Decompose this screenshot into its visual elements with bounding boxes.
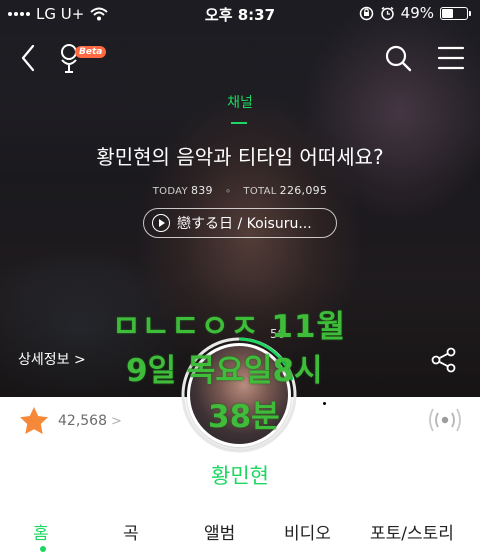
radio-broadcast-icon[interactable]	[426, 405, 464, 435]
tab-videos[interactable]: 비디오	[284, 519, 331, 544]
star-icon	[20, 407, 48, 434]
battery-fill	[442, 8, 453, 18]
tab-songs[interactable]: 곡	[123, 519, 139, 544]
overlay-line-1: ㅁㄴㄷㅇㅈ 11월	[112, 309, 347, 345]
search-icon[interactable]	[383, 42, 413, 74]
likes-chevron: >	[111, 413, 122, 429]
total-count: 226,095	[279, 184, 328, 197]
play-icon	[152, 214, 170, 232]
now-playing-button[interactable]: 戀する日 / Koisuru...	[143, 208, 337, 238]
share-icon[interactable]	[430, 346, 458, 374]
tab-photo-story[interactable]: 포토/스토리	[370, 519, 454, 544]
detail-info-link[interactable]: 상세정보 >	[18, 349, 86, 369]
rotation-lock-icon	[359, 6, 373, 20]
stray-dot	[323, 402, 326, 405]
today-label: TODAY	[152, 186, 188, 197]
status-right: 49%	[359, 4, 471, 22]
now-playing-song: 戀する日 / Koisuru...	[177, 216, 312, 232]
status-bar: LG U+ 오후 8:37 49%	[0, 0, 480, 26]
menu-icon[interactable]	[436, 44, 466, 72]
channel-underline	[231, 122, 247, 124]
battery-percent: 49%	[400, 4, 434, 22]
tab-bar: 홈 곡 앨범 비디오 포토/스토리	[0, 513, 480, 559]
top-navigation: Beta	[0, 36, 480, 80]
overlay-line-2: 9일 목요일8시	[126, 353, 323, 389]
channel-title: 황민현의 음악과 티타임 어떠세요?	[96, 145, 384, 169]
stats-separator: ∘	[224, 186, 232, 197]
battery-icon	[440, 6, 471, 20]
likes-count: 42,568	[58, 413, 107, 429]
likes-button[interactable]: 42,568 >	[18, 405, 122, 437]
mic-button[interactable]: Beta	[58, 42, 108, 76]
alarm-icon	[380, 6, 394, 20]
back-icon[interactable]	[14, 42, 44, 74]
total-label: TOTAL	[243, 186, 277, 197]
tab-home[interactable]: 홈	[33, 519, 49, 544]
today-count: 839	[190, 184, 213, 197]
visitor-stats: TODAY 839 ∘ TOTAL 226,095	[0, 184, 480, 197]
channel-label: 채널	[227, 95, 253, 111]
overlay-line-3: 38분	[208, 399, 280, 435]
tab-albums[interactable]: 앨범	[204, 519, 235, 544]
beta-badge: Beta	[75, 46, 107, 58]
active-tab-indicator	[40, 546, 46, 552]
artist-name[interactable]: 황민현	[0, 460, 480, 490]
